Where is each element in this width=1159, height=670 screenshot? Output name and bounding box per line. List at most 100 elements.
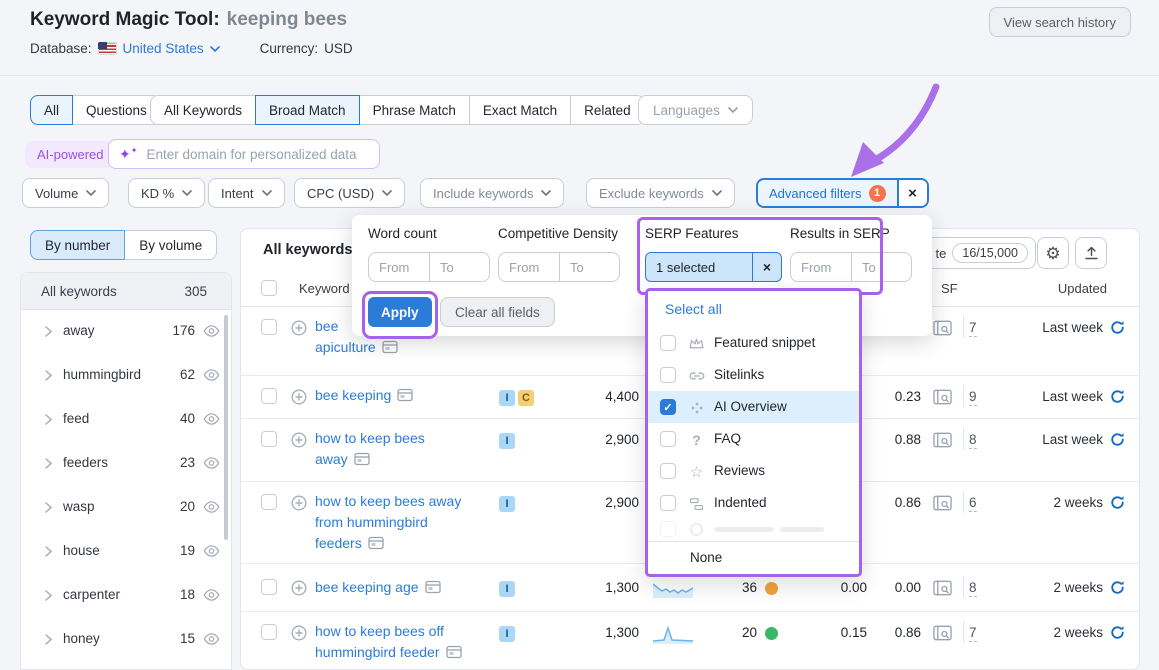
intent-informational-badge[interactable]: I [499, 626, 515, 642]
group-row-hummingbird[interactable]: hummingbird 62 [21, 353, 231, 397]
serp-preview-icon[interactable] [933, 432, 952, 448]
clear-serp-features-icon[interactable]: × [752, 253, 781, 281]
serp-feature-item-sitelinks[interactable]: Sitelinks [648, 359, 859, 391]
serp-card-icon[interactable] [425, 580, 441, 594]
clear-advanced-filters-icon[interactable]: × [897, 180, 927, 206]
add-to-list-icon[interactable] [291, 389, 307, 405]
col-keyword[interactable]: Keyword [299, 281, 350, 296]
serp-feature-item-ai-overview[interactable]: ✓ AI Overview [648, 391, 859, 423]
expand-chevron-icon[interactable] [45, 590, 52, 601]
select-all-checkbox[interactable] [261, 280, 277, 296]
eye-icon[interactable] [203, 457, 220, 469]
eye-icon[interactable] [203, 545, 220, 557]
refresh-icon[interactable] [1110, 432, 1125, 447]
group-row-feed[interactable]: feed 40 [21, 397, 231, 441]
results-in-serp-to-input[interactable] [851, 253, 911, 281]
refresh-icon[interactable] [1110, 580, 1125, 595]
tab-all-keywords[interactable]: All Keywords [150, 95, 256, 125]
keyword-link[interactable]: how to keep bees away [315, 428, 530, 470]
refresh-icon[interactable] [1110, 495, 1125, 510]
tab-broad-match[interactable]: Broad Match [255, 95, 360, 125]
include-keywords-filter[interactable]: Include keywords [420, 178, 564, 208]
checkbox[interactable] [660, 335, 676, 351]
serp-preview-icon[interactable] [933, 580, 952, 596]
add-to-list-icon[interactable] [291, 432, 307, 448]
expand-chevron-icon[interactable] [45, 326, 52, 337]
keyword-link[interactable]: bee keeping age [315, 577, 530, 598]
row-checkbox[interactable] [261, 431, 277, 447]
apply-button[interactable]: Apply [368, 297, 432, 327]
eye-icon[interactable] [203, 325, 220, 337]
refresh-icon[interactable] [1110, 625, 1125, 640]
group-row-carpenter[interactable]: carpenter 18 [21, 573, 231, 617]
eye-icon[interactable] [203, 633, 220, 645]
intent-filter[interactable]: Intent [208, 178, 285, 208]
cpc-filter[interactable]: CPC (USD) [294, 178, 405, 208]
group-row-away[interactable]: away 176 [21, 309, 231, 353]
serp-card-icon[interactable] [397, 388, 413, 402]
intent-commercial-badge[interactable]: C [518, 390, 534, 406]
add-to-list-icon[interactable] [291, 580, 307, 596]
expand-chevron-icon[interactable] [45, 458, 52, 469]
eye-icon[interactable] [203, 413, 220, 425]
checkbox[interactable] [660, 495, 676, 511]
serp-preview-icon[interactable] [933, 495, 952, 511]
languages-dropdown[interactable]: Languages [638, 95, 753, 125]
refresh-icon[interactable] [1110, 389, 1125, 404]
keyword-link[interactable]: how to keep bees away from hummingbird f… [315, 491, 530, 554]
add-to-list-icon[interactable] [291, 320, 307, 336]
keyword-link[interactable]: how to keep bees off hummingbird feeder [315, 621, 530, 663]
checkbox[interactable] [660, 367, 676, 383]
eye-icon[interactable] [203, 589, 220, 601]
results-in-serp-from-input[interactable] [791, 253, 851, 281]
kd-filter[interactable]: KD % [128, 178, 205, 208]
intent-informational-badge[interactable]: I [499, 433, 515, 449]
group-row-honey[interactable]: honey 15 [21, 617, 231, 661]
serp-card-icon[interactable] [368, 536, 384, 550]
word-count-to-input[interactable] [429, 253, 489, 281]
serp-feature-item-faq[interactable]: ? FAQ [648, 423, 859, 455]
intent-informational-badge[interactable]: I [499, 496, 515, 512]
sf-count[interactable]: 6 [969, 495, 977, 512]
all-keywords-group-row[interactable]: All keywords 305 [21, 273, 231, 310]
row-checkbox[interactable] [261, 388, 277, 404]
database-selector[interactable]: United States [123, 41, 204, 56]
exclude-keywords-filter[interactable]: Exclude keywords [586, 178, 735, 208]
table-settings-button[interactable]: ⚙ [1037, 237, 1069, 269]
sf-count[interactable]: 8 [969, 580, 977, 597]
tab-related[interactable]: Related [570, 95, 645, 125]
view-search-history-button[interactable]: View search history [989, 7, 1131, 37]
serp-feature-item-indented[interactable]: Indented [648, 487, 859, 519]
serp-feature-item-none[interactable]: None [648, 541, 859, 575]
tab-questions[interactable]: Questions [72, 95, 161, 125]
group-row-feeders[interactable]: feeders 23 [21, 441, 231, 485]
intent-informational-badge[interactable]: I [499, 581, 515, 597]
word-count-from-input[interactable] [369, 253, 429, 281]
serp-feature-item-reviews[interactable]: ☆ Reviews [648, 455, 859, 487]
checkbox[interactable] [660, 431, 676, 447]
select-all-link[interactable]: Select all [665, 301, 722, 317]
sf-count[interactable]: 8 [969, 432, 977, 449]
by-number-tab[interactable]: By number [30, 230, 125, 260]
tab-exact-match[interactable]: Exact Match [469, 95, 571, 125]
serp-card-icon[interactable] [446, 645, 462, 659]
row-checkbox[interactable] [261, 624, 277, 640]
group-row-house[interactable]: house 19 [21, 529, 231, 573]
sf-count[interactable]: 9 [969, 389, 977, 406]
group-row-wasp[interactable]: wasp 20 [21, 485, 231, 529]
domain-input[interactable] [144, 146, 369, 163]
expand-chevron-icon[interactable] [45, 502, 52, 513]
row-checkbox[interactable] [261, 319, 277, 335]
expand-chevron-icon[interactable] [45, 546, 52, 557]
checkbox[interactable] [660, 463, 676, 479]
clear-all-fields-button[interactable]: Clear all fields [440, 297, 555, 327]
add-to-list-icon[interactable] [291, 625, 307, 641]
row-checkbox[interactable] [261, 494, 277, 510]
eye-icon[interactable] [203, 369, 220, 381]
add-to-list-icon[interactable] [291, 495, 307, 511]
expand-chevron-icon[interactable] [45, 370, 52, 381]
advanced-filters-button[interactable]: Advanced filters 1 × [756, 178, 929, 208]
eye-icon[interactable] [203, 501, 220, 513]
row-checkbox[interactable] [261, 579, 277, 595]
sf-count[interactable]: 7 [969, 625, 977, 642]
